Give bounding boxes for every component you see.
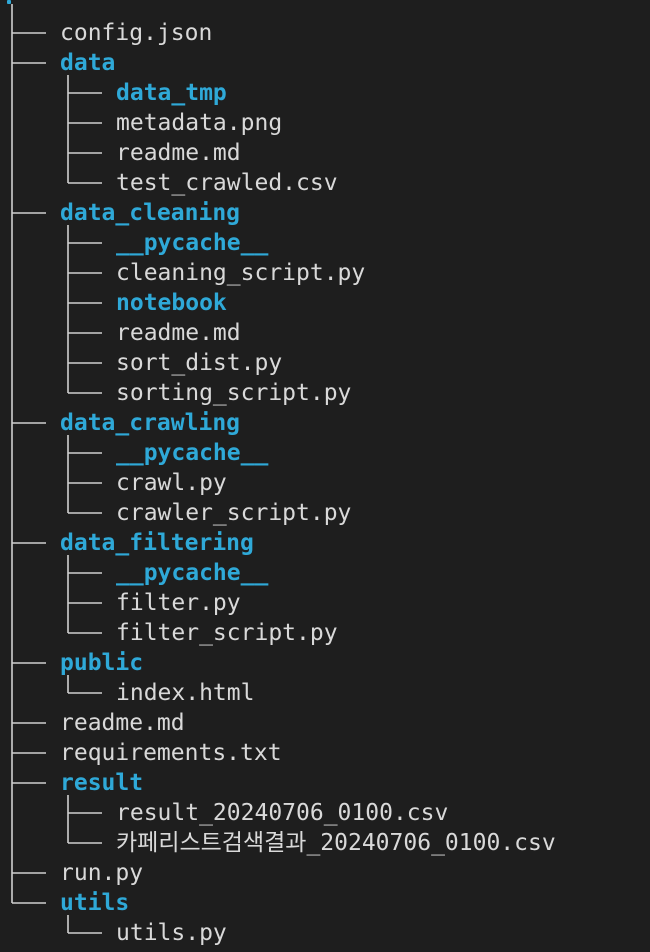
directory-name: data_tmp [116, 80, 227, 106]
directory-name: public [60, 650, 144, 676]
directory-name: utils [60, 890, 130, 916]
file-name: 카페리스트검색결과_20240706_0100.csv [116, 830, 556, 856]
directory-name: data [60, 50, 116, 76]
file-name: index.html [116, 680, 255, 706]
tree-row-directory[interactable]: data_filtering [0, 528, 650, 558]
tree-row-file[interactable]: crawler_script.py [0, 498, 650, 528]
tree-row-file[interactable]: sort_dist.py [0, 348, 650, 378]
tree-row-file[interactable]: run.py [0, 858, 650, 888]
file-name: run.py [60, 860, 144, 886]
file-name: crawler_script.py [116, 500, 352, 526]
tree-row-file[interactable]: readme.md [0, 708, 650, 738]
tree-row-file[interactable]: readme.md [0, 138, 650, 168]
tree-row-directory[interactable]: result [0, 768, 650, 798]
tree-row-directory[interactable]: __pycache__ [0, 228, 650, 258]
file-name: requirements.txt [60, 740, 282, 766]
file-name: sort_dist.py [116, 350, 283, 376]
tree-row-file[interactable]: index.html [0, 678, 650, 708]
tree-row-file[interactable]: requirements.txt [0, 738, 650, 768]
file-name: readme.md [116, 140, 241, 166]
directory-name: result [60, 770, 144, 796]
tree-row-directory[interactable]: data_tmp [0, 78, 650, 108]
directory-name: __pycache__ [116, 230, 269, 256]
tree-row-directory[interactable]: data [0, 48, 650, 78]
file-name: result_20240706_0100.csv [116, 800, 449, 826]
tree-row-file[interactable]: utils.py [0, 918, 650, 948]
file-name: utils.py [116, 920, 227, 946]
directory-name: data_crawling [60, 410, 241, 436]
directory-name: __pycache__ [116, 560, 269, 586]
tree-row-directory[interactable]: data_cleaning [0, 198, 650, 228]
tree-row-file[interactable]: result_20240706_0100.csv [0, 798, 650, 828]
tree-row-directory[interactable]: utils [0, 888, 650, 918]
file-name: sorting_script.py [116, 380, 352, 406]
directory-name: notebook [116, 290, 227, 316]
tree-row-file[interactable]: config.json [0, 18, 650, 48]
root-dot[interactable] [7, 0, 11, 4]
tree-row-file[interactable]: sorting_script.py [0, 378, 650, 408]
tree-row-directory[interactable]: __pycache__ [0, 558, 650, 588]
tree-row-file[interactable]: test_crawled.csv [0, 168, 650, 198]
tree-row-directory[interactable]: __pycache__ [0, 438, 650, 468]
tree-row-file[interactable]: metadata.png [0, 108, 650, 138]
file-name: filter_script.py [116, 620, 338, 646]
file-name: filter.py [116, 590, 241, 616]
directory-name: data_cleaning [60, 200, 241, 226]
file-name: readme.md [116, 320, 241, 346]
directory-name: __pycache__ [116, 440, 269, 466]
tree-row-directory[interactable]: data_crawling [0, 408, 650, 438]
tree-row-file[interactable]: readme.md [0, 318, 650, 348]
file-name: crawl.py [116, 470, 227, 496]
tree-row-file[interactable]: crawl.py [0, 468, 650, 498]
tree-row-file[interactable]: filter.py [0, 588, 650, 618]
tree-row-file[interactable]: 카페리스트검색결과_20240706_0100.csv [0, 828, 650, 858]
file-name: readme.md [60, 710, 185, 736]
tree-row-directory[interactable]: public [0, 648, 650, 678]
file-tree: config.json data data_tmp metadata.png readm… [0, 0, 650, 952]
tree-row-file[interactable]: cleaning_script.py [0, 258, 650, 288]
tree-row-file[interactable]: filter_script.py [0, 618, 650, 648]
directory-name: data_filtering [60, 530, 254, 556]
file-name: config.json [60, 20, 213, 46]
file-name: metadata.png [116, 110, 283, 136]
file-name: cleaning_script.py [116, 260, 366, 286]
file-name: test_crawled.csv [116, 170, 338, 196]
tree-row-directory[interactable]: notebook [0, 288, 650, 318]
